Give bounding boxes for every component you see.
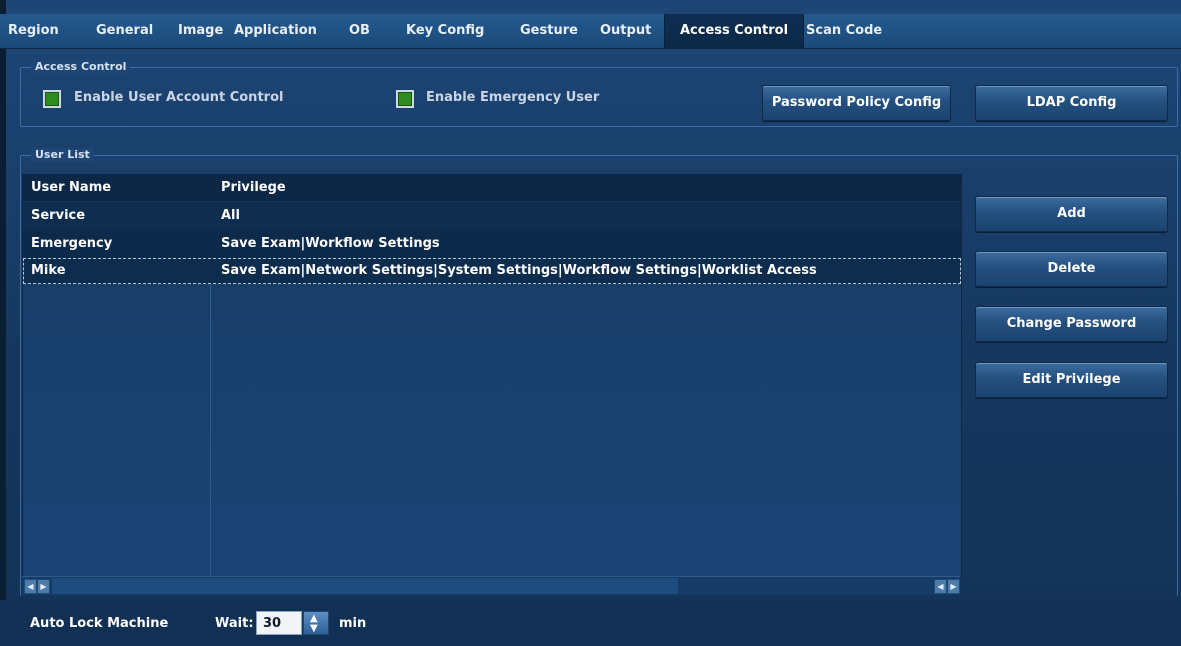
user-name-cell: Emergency [31, 236, 113, 251]
tab-image[interactable]: Image [178, 14, 223, 48]
decrement-icon[interactable]: ▼ [310, 624, 318, 634]
scroll-left-icon[interactable]: ◀ [934, 579, 947, 594]
column-header-user-name[interactable]: User Name [31, 175, 111, 201]
enable-user-account-control-label: Enable User Account Control [74, 90, 284, 105]
access-control-legend: Access Control [31, 60, 131, 74]
user-list-legend: User List [31, 148, 94, 162]
window-edge [0, 0, 6, 646]
scroll-right-icon[interactable]: ▶ [37, 579, 50, 594]
scroll-right-icon[interactable]: ▶ [947, 579, 960, 594]
delete-button[interactable]: Delete [975, 251, 1168, 287]
horizontal-scrollbar[interactable]: ◀ ▶ ◀ ▶ [22, 576, 960, 595]
tab-gesture[interactable]: Gesture [520, 14, 578, 48]
wait-minutes-stepper[interactable]: ▲ ▼ [303, 611, 329, 635]
ldap-config-button[interactable]: LDAP Config [975, 85, 1168, 121]
privilege-cell: Save Exam|Network Settings|System Settin… [221, 263, 817, 278]
privilege-cell: All [221, 208, 240, 223]
user-name-cell: Mike [31, 263, 66, 278]
add-button[interactable]: Add [975, 196, 1168, 232]
table-row[interactable]: Emergency Save Exam|Workflow Settings [23, 230, 961, 258]
tab-ob[interactable]: OB [349, 14, 370, 48]
tab-scan-code[interactable]: Scan Code [806, 14, 882, 48]
tab-key-config[interactable]: Key Config [406, 14, 484, 48]
password-policy-config-button[interactable]: Password Policy Config [762, 85, 951, 121]
user-table: User Name Privilege Service All Emergenc… [22, 174, 962, 578]
user-name-cell: Service [31, 208, 86, 223]
scrollbar-thumb[interactable] [52, 578, 678, 594]
edit-privilege-button[interactable]: Edit Privilege [975, 362, 1168, 398]
table-row-selected[interactable]: Mike Save Exam|Network Settings|System S… [23, 258, 961, 284]
column-header-privilege[interactable]: Privilege [221, 175, 286, 201]
tab-application[interactable]: Application [234, 14, 317, 48]
tab-bar: Region General Image Application OB Key … [0, 14, 1181, 49]
enable-emergency-user-checkbox[interactable] [396, 90, 414, 108]
tab-access-control[interactable]: Access Control [664, 14, 805, 48]
tab-region[interactable]: Region [8, 14, 59, 48]
scroll-left-icon[interactable]: ◀ [24, 579, 37, 594]
enable-user-account-control-checkbox[interactable] [43, 90, 61, 108]
wait-label: Wait: [215, 616, 254, 631]
enable-emergency-user-label: Enable Emergency User [426, 90, 600, 105]
tab-output[interactable]: Output [600, 14, 651, 48]
auto-lock-bar [0, 600, 1181, 646]
privilege-cell: Save Exam|Workflow Settings [221, 236, 440, 251]
minutes-unit-label: min [339, 616, 367, 631]
table-row[interactable]: Service All [23, 202, 961, 230]
auto-lock-label: Auto Lock Machine [30, 616, 169, 631]
change-password-button[interactable]: Change Password [975, 306, 1168, 342]
tab-general[interactable]: General [96, 14, 153, 48]
table-header: User Name Privilege [23, 175, 961, 202]
wait-minutes-input[interactable]: 30 [256, 611, 302, 635]
